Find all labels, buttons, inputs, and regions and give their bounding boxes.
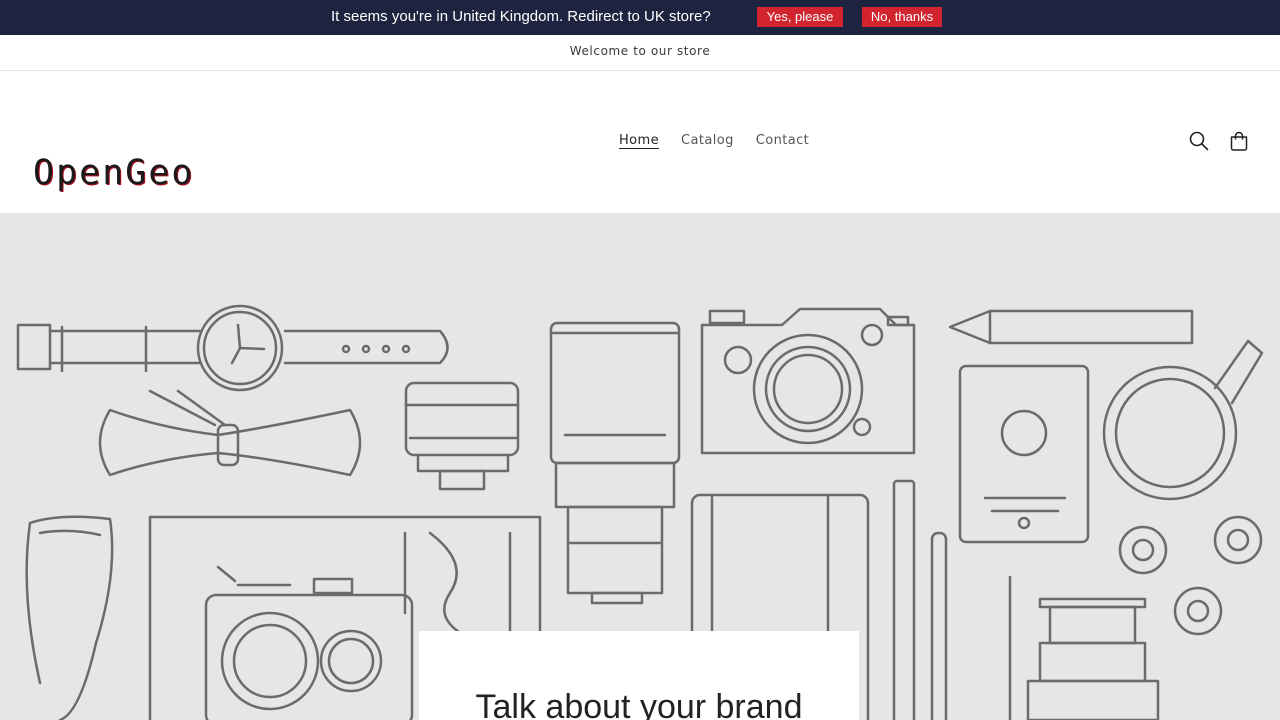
hero-text-card: Talk about your brand bbox=[419, 631, 859, 720]
site-header: OpenGeo Home Catalog Contact bbox=[0, 71, 1280, 213]
hero-banner: Talk about your brand bbox=[0, 213, 1280, 720]
redirect-no-button[interactable]: No, thanks bbox=[862, 7, 942, 27]
hero-title: Talk about your brand bbox=[475, 688, 803, 720]
geolocation-banner: It seems you're in United Kingdom. Redir… bbox=[0, 0, 1280, 35]
cart-button[interactable] bbox=[1225, 127, 1253, 155]
search-icon bbox=[1189, 131, 1209, 151]
main-nav: Home Catalog Contact bbox=[619, 132, 809, 150]
cart-icon bbox=[1230, 131, 1248, 151]
nav-item-catalog[interactable]: Catalog bbox=[681, 132, 734, 150]
search-button[interactable] bbox=[1185, 127, 1213, 155]
store-logo[interactable]: OpenGeo bbox=[33, 153, 195, 193]
announcement-bar: Welcome to our store bbox=[0, 35, 1280, 71]
geolocation-message: It seems you're in United Kingdom. Redir… bbox=[331, 8, 711, 25]
announcement-text: Welcome to our store bbox=[569, 44, 711, 58]
nav-item-home[interactable]: Home bbox=[619, 132, 659, 150]
redirect-yes-button[interactable]: Yes, please bbox=[757, 7, 843, 27]
nav-item-contact[interactable]: Contact bbox=[756, 132, 809, 150]
